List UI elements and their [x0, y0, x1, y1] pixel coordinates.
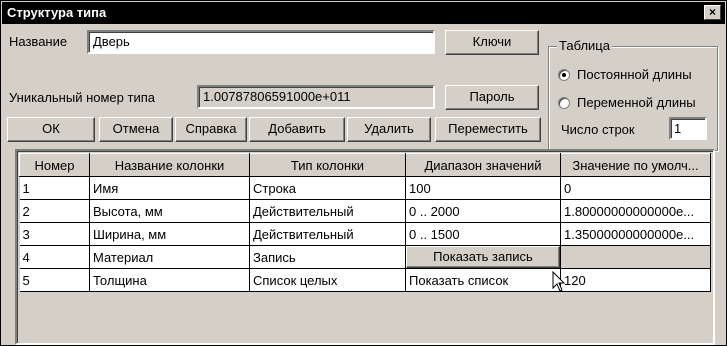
help-button[interactable]: Справка [175, 117, 247, 142]
fixed-length-label[interactable]: Постоянной длины [577, 67, 692, 82]
structure-type-dialog: Структура типа × Название Дверь Ключи Ун… [0, 0, 727, 346]
close-icon[interactable]: × [704, 5, 721, 20]
add-button[interactable]: Добавить [249, 117, 345, 142]
cell-name[interactable]: Имя [89, 176, 250, 200]
variable-length-label[interactable]: Переменной длины [577, 95, 696, 110]
move-button[interactable]: Переместить [435, 117, 541, 142]
delete-button[interactable]: Удалить [347, 117, 431, 142]
cell-number[interactable]: 5 [19, 268, 90, 292]
grid-header-row: Номер Название колонки Тип колонки Диапа… [19, 153, 711, 177]
table-row: 1 Имя Строка 100 0 [19, 176, 711, 200]
name-input[interactable]: Дверь [87, 30, 435, 54]
cell-number[interactable]: 1 [19, 176, 90, 200]
mouse-pointer-icon [552, 271, 566, 292]
dialog-titlebar: Структура типа × [2, 2, 725, 24]
variable-length-radio[interactable] [558, 97, 570, 109]
rows-count-input[interactable]: 1 [669, 117, 707, 140]
table-row: 4 Материал Запись Показать запись [19, 245, 711, 269]
cell-range[interactable]: 100 [405, 176, 561, 200]
cell-default[interactable]: 1.80000000000000e... [560, 199, 711, 223]
type-id-field: 1.00787806591000e+011 [197, 85, 435, 109]
col-header-default[interactable]: Значение по умолч... [560, 153, 711, 177]
cell-type[interactable]: Действительный [249, 199, 406, 223]
table-row: 5 Толщина Список целых Показать список 1… [19, 268, 711, 292]
dialog-title: Структура типа [7, 5, 107, 20]
cell-number[interactable]: 4 [19, 245, 90, 269]
cell-number[interactable]: 2 [19, 199, 90, 223]
cell-default[interactable]: 120 [560, 268, 711, 292]
table-row: 3 Ширина, мм Действительный 0 .. 1500 1.… [19, 222, 711, 246]
show-record-button[interactable]: Показать запись [406, 246, 560, 268]
ok-button[interactable]: ОК [7, 117, 95, 142]
name-label: Название [9, 34, 68, 49]
cell-type[interactable]: Запись [249, 245, 406, 269]
keys-button[interactable]: Ключи [445, 30, 539, 55]
cell-default[interactable]: 1.35000000000000e... [560, 222, 711, 246]
cell-name[interactable]: Материал [89, 245, 250, 269]
show-list-button[interactable]: Показать список [405, 268, 561, 292]
cell-name[interactable]: Ширина, мм [89, 222, 250, 246]
cell-default[interactable]: 0 [560, 176, 711, 200]
table-group-title: Таблица [557, 38, 612, 53]
col-header-name[interactable]: Название колонки [89, 153, 250, 177]
rows-count-label: Число строк [561, 122, 635, 137]
cell-number[interactable]: 3 [19, 222, 90, 246]
cell-type[interactable]: Действительный [249, 222, 406, 246]
password-button[interactable]: Пароль [445, 85, 539, 110]
col-header-number[interactable]: Номер [19, 153, 90, 177]
cell-type[interactable]: Строка [249, 176, 406, 200]
cancel-button[interactable]: Отмена [99, 117, 173, 142]
col-header-range[interactable]: Диапазон значений [405, 153, 561, 177]
columns-table: Номер Название колонки Тип колонки Диапа… [19, 153, 711, 292]
cell-range[interactable]: 0 .. 2000 [405, 199, 561, 223]
cell-range: Показать запись [405, 245, 561, 269]
columns-grid[interactable]: Номер Название колонки Тип колонки Диапа… [15, 149, 715, 345]
cell-type[interactable]: Список целых [249, 268, 406, 292]
cell-default[interactable] [560, 245, 711, 269]
cell-name[interactable]: Высота, мм [89, 199, 250, 223]
cell-range[interactable]: 0 .. 1500 [405, 222, 561, 246]
fixed-length-radio[interactable] [558, 69, 570, 81]
col-header-type[interactable]: Тип колонки [249, 153, 406, 177]
table-row: 2 Высота, мм Действительный 0 .. 2000 1.… [19, 199, 711, 223]
cell-name[interactable]: Толщина [89, 268, 250, 292]
type-id-label: Уникальный номер типа [9, 90, 155, 105]
